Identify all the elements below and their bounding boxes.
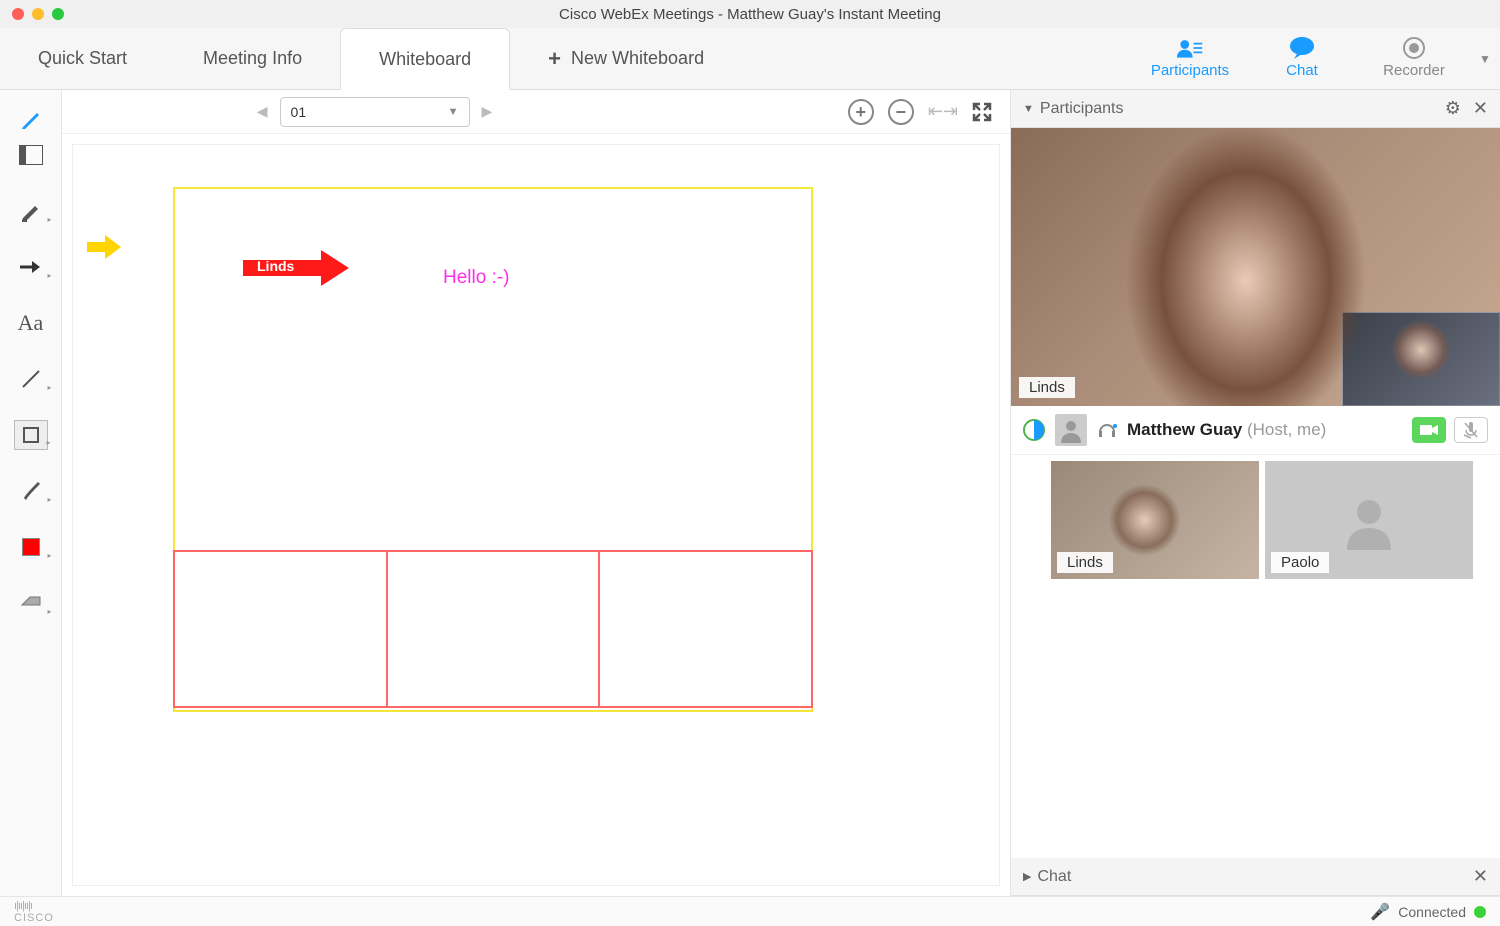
tab-label: Quick Start [38,48,127,69]
plus-icon: + [548,46,561,72]
side-panels: ▼ Participants ⚙ ✕ Linds Matthew Guay (H… [1010,90,1500,896]
video-area: Linds [1011,128,1500,406]
brush-tool[interactable]: ▸ [14,476,48,506]
tab-label: Whiteboard [379,49,471,70]
page-number: 01 [291,104,307,120]
pen-tool[interactable] [14,104,48,134]
tab-whiteboard[interactable]: Whiteboard [340,28,510,90]
tab-new-whiteboard[interactable]: + New Whiteboard [510,28,742,89]
pointer-tool[interactable]: ▸ [14,252,48,282]
headset-icon [1097,420,1117,440]
panel-title: Participants [1040,100,1124,118]
panel-buttons: Participants Chat Recorder ▼ [1134,28,1500,89]
connection-status: Connected [1398,904,1466,920]
panel-button-label: Participants [1151,62,1229,79]
tab-quick-start[interactable]: Quick Start [0,28,165,89]
tab-label: New Whiteboard [571,48,704,69]
close-icon[interactable]: ✕ [1473,98,1488,119]
expand-icon: ▶ [1023,870,1031,883]
tab-bar: Quick Start Meeting Info Whiteboard + New… [0,28,1500,90]
host-row[interactable]: Matthew Guay (Host, me) [1011,406,1500,455]
panel-dropdown-icon[interactable]: ▼ [1470,52,1500,66]
mute-button[interactable] [1454,417,1488,443]
whiteboard-tool-palette: ▸ ▸ Aa ▸ ▸ ▸ ▸ ▸ [0,90,62,896]
participant-thumb[interactable]: Linds [1051,461,1259,579]
participants-panel-button[interactable]: Participants [1134,38,1246,79]
fit-width-icon[interactable]: ⇤⇥ [928,101,958,122]
whiteboard-canvas[interactable]: Linds Hello :-) [72,144,1000,886]
zoom-out-icon[interactable]: − [888,99,914,125]
cisco-logo: ı|ıı|ıı|ı cisco [14,900,54,924]
panel-button-label: Recorder [1383,62,1445,79]
participants-icon [1176,38,1204,58]
recorder-icon [1400,38,1428,58]
avatar-icon [1055,414,1087,446]
panel-title: Chat [1037,868,1071,886]
zoom-in-icon[interactable]: + [848,99,874,125]
chat-panel-button[interactable]: Chat [1246,38,1358,79]
tab-meeting-info[interactable]: Meeting Info [165,28,340,89]
shape-tool[interactable]: ▸ [14,420,48,450]
layout-tool[interactable] [14,140,48,170]
arrow-label: Linds [257,258,294,274]
thumb-name: Paolo [1271,552,1329,573]
status-bar: ı|ıı|ıı|ı cisco 🎤 Connected [0,896,1500,926]
webex-ball-icon [1023,419,1045,441]
self-view-pip[interactable] [1342,312,1500,406]
whiteboard-area: ◀ 01 ▼ ▶ + − ⇤⇥ Linds [62,90,1010,896]
gear-icon[interactable]: ⚙ [1445,98,1461,119]
fullscreen-icon[interactable] [972,102,992,122]
close-icon[interactable]: ✕ [1473,866,1488,887]
video-name-chip: Linds [1019,377,1075,398]
canvas-arrow-yellow [87,235,121,259]
text-tool[interactable]: Aa [14,308,48,338]
whiteboard-toolbar: ◀ 01 ▼ ▶ + − ⇤⇥ [62,90,1010,134]
eraser-tool[interactable]: ▸ [14,588,48,618]
tab-label: Meeting Info [203,48,302,69]
participant-thumbnails: Linds Paolo [1011,455,1500,585]
participant-thumb[interactable]: Paolo [1265,461,1473,579]
line-tool[interactable]: ▸ [14,364,48,394]
thumb-name: Linds [1057,552,1113,573]
recorder-panel-button[interactable]: Recorder [1358,38,1470,79]
camera-button[interactable] [1412,417,1446,443]
next-page-icon[interactable]: ▶ [476,103,499,120]
prev-page-icon[interactable]: ◀ [251,103,274,120]
panel-button-label: Chat [1286,62,1318,79]
page-selector[interactable]: 01 ▼ [280,97,470,127]
chevron-down-icon: ▼ [448,106,459,118]
collapse-icon: ▼ [1023,103,1034,115]
window-title: Cisco WebEx Meetings - Matthew Guay's In… [0,6,1500,23]
chat-header[interactable]: ▶ Chat ✕ [1011,858,1500,896]
main-video[interactable]: Linds [1011,128,1500,406]
title-bar: Cisco WebEx Meetings - Matthew Guay's In… [0,0,1500,28]
status-ok-icon [1474,906,1486,918]
chat-icon [1288,38,1316,58]
color-picker[interactable]: ▸ [14,532,48,562]
canvas-table-red [173,550,813,708]
host-name: Matthew Guay (Host, me) [1127,420,1326,440]
mic-status-icon[interactable]: 🎤 [1370,902,1390,922]
canvas-text: Hello :-) [443,267,510,289]
highlighter-tool[interactable]: ▸ [14,196,48,226]
avatar-placeholder-icon [1339,490,1399,550]
participants-header[interactable]: ▼ Participants ⚙ ✕ [1011,90,1500,128]
